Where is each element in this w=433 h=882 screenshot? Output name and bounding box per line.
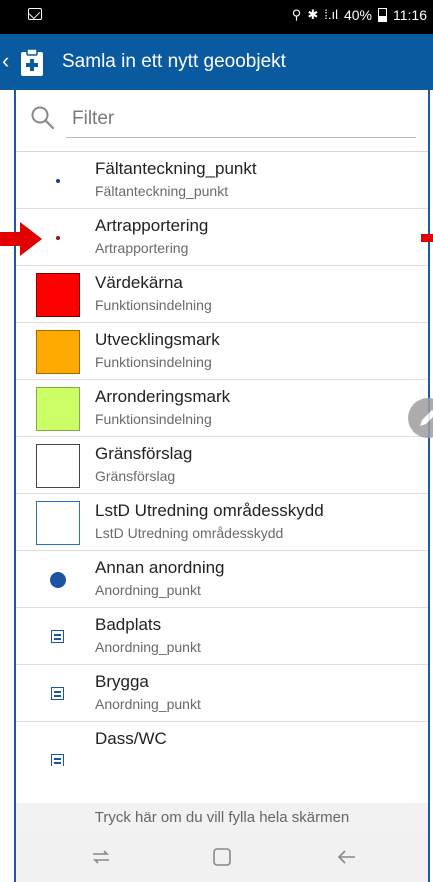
item-subtitle: LstD Utredning områdesskydd — [95, 525, 284, 541]
bathing-place-icon — [36, 615, 80, 659]
red-marker — [421, 234, 433, 242]
item-title: Brygga — [95, 672, 149, 691]
item-title: LstD Utredning områdesskydd — [95, 501, 324, 520]
item-subtitle: Fältanteckning_punkt — [95, 183, 229, 199]
clock: 11:16 — [393, 7, 427, 23]
list-item[interactable]: Fältanteckning_punkt Fältanteckning_punk… — [16, 152, 428, 209]
item-subtitle: Anordning_punkt — [95, 582, 201, 598]
system-nav-bar — [16, 833, 428, 882]
item-subtitle: Funktionsindelning — [95, 297, 212, 313]
list-item[interactable]: Brygga Anordning_punkt — [16, 665, 428, 722]
toilet-icon — [36, 729, 80, 766]
item-title: Annan anordning — [95, 558, 225, 577]
item-title: Utvecklingsmark — [95, 330, 220, 349]
item-title: Artrapportering — [95, 216, 209, 235]
item-subtitle: Anordning_punkt — [95, 696, 201, 712]
list-item[interactable]: Badplats Anordning_punkt — [16, 608, 428, 665]
message-icon — [28, 8, 42, 20]
list-item[interactable]: LstD Utredning områdesskydd LstD Utredni… — [16, 494, 428, 551]
item-title: Värdekärna — [95, 273, 183, 292]
polygon-outline-icon — [36, 444, 80, 488]
recent-apps-icon[interactable] — [88, 845, 114, 869]
list-item[interactable]: Utvecklingsmark Funktionsindelning — [16, 323, 428, 380]
screen: ⚲ ✱ ⁞.ıl 40% 11:16 ‹ Samla in ett nytt g… — [0, 0, 433, 882]
status-bar: ⚲ ✱ ⁞.ıl 40% 11:16 — [0, 0, 433, 34]
list-item[interactable]: Gränsförslag Gränsförslag — [16, 437, 428, 494]
list-item[interactable]: Värdekärna Funktionsindelning — [16, 266, 428, 323]
signal-icon: ⁞.ıl — [324, 7, 338, 22]
item-title: Badplats — [95, 615, 162, 634]
item-subtitle: Funktionsindelning — [95, 411, 212, 427]
red-arrow-icon — [0, 222, 42, 256]
pencil-icon — [420, 410, 433, 426]
item-subtitle: Anordning_punkt — [95, 639, 201, 655]
battery-icon — [378, 8, 387, 22]
item-title: Arronderingsmark — [95, 387, 231, 406]
filter-bar — [16, 90, 428, 152]
filter-input[interactable] — [66, 100, 416, 138]
bluetooth-icon: ✱ — [307, 7, 319, 22]
list-item[interactable]: Annan anordning Anordning_punkt — [16, 551, 428, 608]
item-subtitle: Funktionsindelning — [95, 354, 212, 370]
jetty-icon — [36, 672, 80, 716]
list-item[interactable]: Dass/WC — [16, 722, 428, 766]
app-bar: ‹ Samla in ett nytt geoobjekt — [0, 34, 433, 90]
back-arrow-icon[interactable] — [334, 845, 360, 869]
home-icon[interactable] — [209, 845, 235, 869]
item-title: Gränsförslag — [95, 444, 193, 463]
search-icon — [31, 106, 55, 130]
battery-percent: 40% — [343, 7, 372, 23]
clipboard-add-icon[interactable] — [19, 47, 45, 77]
list-item[interactable]: Artrapportering Artrapportering — [16, 209, 428, 266]
page-title: Samla in ett nytt geoobjekt — [62, 51, 286, 72]
item-subtitle: Gränsförslag — [95, 468, 176, 484]
item-subtitle: Artrapportering — [95, 240, 189, 256]
polygon-symbol-icon — [36, 330, 80, 374]
item-title: Fältanteckning_punkt — [95, 159, 257, 178]
fullscreen-hint[interactable]: Tryck här om du vill fylla hela skärmen — [16, 803, 428, 833]
point-symbol-icon — [36, 159, 80, 203]
circle-point-icon — [36, 558, 80, 602]
location-icon: ⚲ — [291, 7, 302, 22]
geoobject-list: Fältanteckning_punkt Fältanteckning_punk… — [16, 152, 428, 766]
polygon-symbol-icon — [36, 387, 80, 431]
back-chevron-icon[interactable]: ‹ — [2, 49, 9, 73]
item-title: Dass/WC — [95, 729, 167, 748]
polygon-outline-icon — [36, 501, 80, 545]
status-icons: ⚲ ✱ ⁞.ıl 40% 11:16 — [292, 7, 427, 23]
polygon-symbol-icon — [36, 273, 80, 317]
list-item[interactable]: Arronderingsmark Funktionsindelning — [16, 380, 428, 437]
